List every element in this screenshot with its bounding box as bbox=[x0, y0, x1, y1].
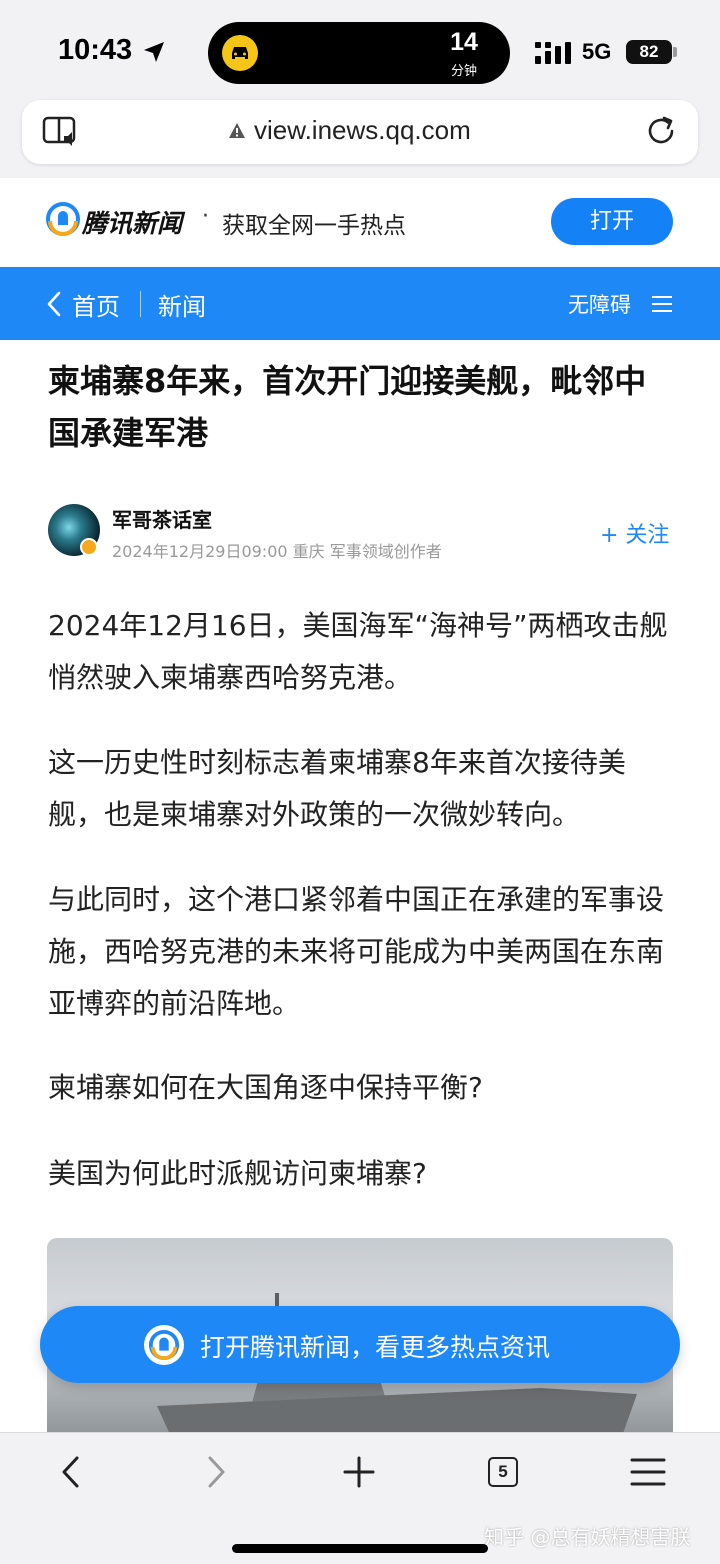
author-name[interactable]: 军哥茶话室 bbox=[112, 504, 212, 533]
verified-badge-icon bbox=[80, 538, 98, 556]
author-meta: 2024年12月29日09:00 重庆 军事领域创作者 bbox=[112, 542, 442, 561]
nav-home-link[interactable]: 首页 bbox=[72, 287, 120, 322]
article-paragraph: 2024年12月16日，美国海军“海神号”两栖攻击舰悄然驶入柬埔寨西哈努克港。 bbox=[48, 609, 668, 694]
article-title: 柬埔寨8年来，首次开门迎接美舰，毗邻中国承建军港 bbox=[48, 362, 647, 452]
app-download-banner: 腾讯新闻 · 获取全网一手热点 打开 bbox=[0, 178, 720, 267]
warning-icon bbox=[229, 123, 245, 138]
tabs-count-icon[interactable]: 5 bbox=[488, 1457, 518, 1487]
island-unit: 分钟 bbox=[450, 64, 477, 79]
menu-icon[interactable] bbox=[652, 295, 672, 313]
location-arrow-icon bbox=[144, 42, 164, 62]
article-paragraph: 这一历史性时刻标志着柬埔寨8年来首次接待美舰，也是柬埔寨对外政策的一次微妙转向。 bbox=[48, 746, 626, 831]
accessibility-link[interactable]: 无障碍 bbox=[568, 289, 631, 319]
article-paragraph: 美国为何此时派舰访问柬埔寨? bbox=[48, 1157, 427, 1190]
reload-icon[interactable] bbox=[644, 114, 678, 148]
address-bar[interactable]: view.inews.qq.com bbox=[22, 100, 698, 164]
banner-separator: · bbox=[202, 204, 209, 229]
network-type: 5G bbox=[582, 39, 612, 64]
article-paragraph: 与此同时，这个港口紧邻着中国正在承建的军事设施，西哈努克港的未来将可能成为中美两… bbox=[48, 883, 665, 1020]
chevron-left-icon[interactable] bbox=[46, 291, 62, 317]
car-icon bbox=[222, 35, 258, 71]
new-tab-icon[interactable] bbox=[342, 1455, 376, 1489]
url-text[interactable]: view.inews.qq.com bbox=[254, 115, 471, 146]
dynamic-island[interactable]: 14 分钟 bbox=[208, 22, 510, 84]
ship-hull bbox=[157, 1388, 637, 1438]
signal-icon bbox=[535, 42, 571, 64]
status-bar: 10:43 14 分钟 5G 82 bbox=[0, 0, 720, 92]
forward-icon[interactable] bbox=[205, 1455, 227, 1489]
clock: 10:43 bbox=[58, 34, 133, 66]
battery-tip bbox=[673, 47, 677, 57]
tencent-news-logo-icon bbox=[144, 1325, 184, 1365]
tencent-news-logo bbox=[46, 202, 80, 236]
menu-icon[interactable] bbox=[630, 1457, 666, 1487]
article-nav-bar: 首页 新闻 无障碍 bbox=[0, 267, 720, 340]
cta-text: 打开腾讯新闻，看更多热点资讯 bbox=[200, 1333, 551, 1362]
open-app-cta-button[interactable]: 打开腾讯新闻，看更多热点资讯 bbox=[40, 1306, 680, 1383]
follow-button[interactable]: + 关注 bbox=[600, 517, 669, 549]
battery-level: 82 bbox=[626, 40, 672, 64]
home-indicator[interactable] bbox=[232, 1544, 488, 1553]
nav-divider bbox=[140, 291, 141, 317]
watermark-text: 知乎 @总有妖精想害朕 bbox=[484, 1525, 691, 1549]
back-icon[interactable] bbox=[60, 1455, 82, 1489]
article-paragraph: 柬埔寨如何在大国角逐中保持平衡? bbox=[48, 1071, 483, 1104]
island-minutes: 14 bbox=[450, 28, 478, 56]
banner-slogan: 获取全网一手热点 bbox=[222, 213, 406, 239]
brand-name: 腾讯新闻 bbox=[82, 209, 183, 238]
open-app-button[interactable]: 打开 bbox=[551, 198, 673, 245]
browser-address-area: view.inews.qq.com bbox=[0, 92, 720, 178]
nav-section-link[interactable]: 新闻 bbox=[158, 287, 206, 322]
reader-mode-icon[interactable] bbox=[42, 116, 78, 148]
